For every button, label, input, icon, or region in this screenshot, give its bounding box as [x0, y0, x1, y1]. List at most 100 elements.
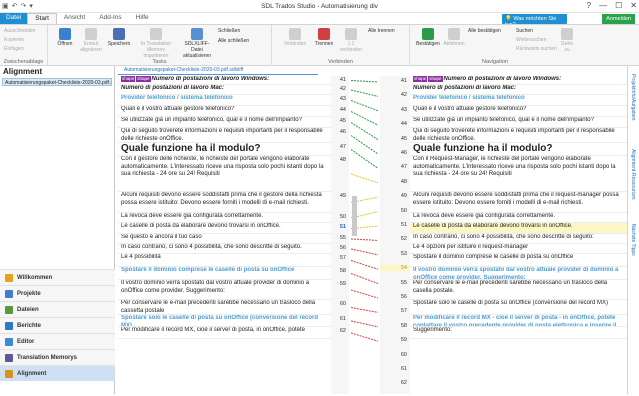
find-previous-button[interactable]: Rückwärts suchen [516, 46, 557, 52]
alignment-link[interactable] [350, 289, 379, 299]
connect-button[interactable]: Verbinden [282, 28, 308, 47]
alignment-link[interactable] [350, 332, 379, 342]
source-segment[interactable]: Alcuni requisiti devono essere soddisfat… [118, 192, 331, 213]
reject-button[interactable]: Ablehnen [442, 28, 466, 47]
source-segment[interactable]: Se utilizzate già un impianto telefonico… [118, 117, 331, 128]
target-segment[interactable]: Le 4 opzioni per istituire il request-ma… [410, 244, 627, 254]
tab-0[interactable]: Datei [0, 13, 28, 24]
source-segment[interactable]: Spostare solo le caselle di posta su onO… [118, 315, 331, 327]
target-segment[interactable]: Per conservare le e-mail precedenti sare… [410, 280, 627, 300]
target-segment[interactable]: La revoca deve essere già configurata co… [410, 213, 627, 223]
target-segment[interactable]: Suggerimento: [410, 327, 627, 339]
nav-label: Dateien [17, 306, 39, 313]
sidebar-tab-1[interactable]: Alignment-Ressourcen [630, 149, 636, 200]
disconnect-all-button[interactable]: Alle trennen [368, 28, 395, 34]
source-segment[interactable]: Per modificare il record MX, cioè il ser… [118, 327, 331, 339]
alignment-link[interactable] [350, 135, 379, 155]
alignment-link[interactable] [350, 149, 379, 169]
alignment-file-item[interactable]: Automatisierungspaket-Checkliste-2020-03… [2, 78, 112, 86]
import-tm-button[interactable]: In Translation Memory importieren [134, 28, 178, 59]
alignment-link[interactable] [350, 173, 379, 184]
target-segment[interactable]: Numero di postazioni di lavoro Mac: [410, 85, 627, 95]
target-segment[interactable]: Le caselle di posta da elaborare devono … [410, 223, 627, 234]
source-segment[interactable]: Con il gestore delle richieste, le richi… [118, 156, 331, 192]
target-segment[interactable]: Per modificare il record MX - cioè il se… [410, 315, 627, 327]
alignment-link[interactable] [350, 248, 379, 256]
source-segment[interactable]: Le 4 possibilità [118, 254, 331, 267]
paste-button[interactable]: Einfügen [4, 46, 24, 52]
source-segment[interactable]: Qui di seguito troverete informazioni e … [118, 128, 331, 143]
alignment-link[interactable] [350, 273, 379, 285]
vertical-scrollbar[interactable] [352, 196, 357, 236]
alignment-link[interactable] [350, 260, 379, 270]
connect-1-1-button[interactable]: 1:1 verbinden [338, 28, 364, 53]
realign-button[interactable]: Erneut alignieren [78, 28, 104, 53]
maximize-button[interactable]: ☐ [615, 1, 622, 10]
tab-4[interactable]: Hilfe [129, 13, 156, 24]
tab-1[interactable]: Start [27, 13, 57, 24]
alignment-link[interactable] [350, 89, 379, 97]
target-segment[interactable]: Provider telefonico / sistema telefonico [410, 95, 627, 106]
copy-button[interactable]: Kopieren [4, 37, 24, 43]
target-segment[interactable]: Quale funzione ha il modulo? [410, 143, 627, 156]
target-segment[interactable]: Quali è il vostro attuale gestore telefo… [410, 106, 627, 117]
source-segment[interactable]: Se questo è ancora il tuo caso [118, 234, 331, 244]
sidebar-tab-0[interactable]: Projektinfo/Aufgaben [630, 74, 636, 120]
target-segment[interactable]: In caso contrario, ci sono 4 possibilità… [410, 234, 627, 244]
sidebar-tab-2[interactable]: Nächste Tipps [630, 224, 636, 256]
nav-item-3[interactable]: Berichte [0, 317, 115, 333]
cut-button[interactable]: Ausschneiden [4, 28, 35, 34]
source-segment[interactable]: Per conservare le e-mail precedenti sare… [118, 300, 331, 315]
target-segment[interactable]: Alcuni requisiti devono essere soddisfat… [410, 192, 627, 213]
alignment-link[interactable] [350, 100, 379, 112]
close-all-button[interactable]: Alle schließen [218, 38, 249, 44]
alignment-link[interactable] [350, 307, 379, 313]
alignment-link[interactable] [350, 122, 379, 141]
save-button[interactable]: Speichern [106, 28, 132, 47]
confirm-all-button[interactable]: Alle bestätigen [468, 28, 501, 34]
search-button[interactable]: Suchen [516, 28, 533, 34]
close-button[interactable]: ✕ [630, 1, 637, 10]
help-button[interactable]: ? [587, 1, 591, 10]
go-to-button[interactable]: Gehe zu [558, 28, 576, 53]
target-segment[interactable]: Spostare il dominio comprese le caselle … [410, 254, 627, 267]
nav-item-2[interactable]: Dateien [0, 301, 115, 317]
source-segment[interactable]: In caso contrario, ci sono 4 possibilità… [118, 244, 331, 254]
alignment-link[interactable] [350, 111, 379, 126]
nav-item-4[interactable]: Editor [0, 333, 115, 349]
source-segment[interactable]: Il vostro dominio verrà spostato dal vos… [118, 280, 331, 300]
disconnect-button[interactable]: Trennen [312, 28, 336, 47]
nav-item-1[interactable]: Projekte [0, 285, 115, 301]
target-segment[interactable]: shape shape Numero di postazioni di lavoro… [410, 76, 627, 85]
document-tab[interactable]: Automatisierungspaket-Checkliste-2020-03… [118, 66, 318, 75]
target-segment[interactable]: Se utilizzate già un impianto telefonico… [410, 117, 627, 128]
alignment-link[interactable] [350, 320, 379, 328]
nav-item-0[interactable]: Willkommen [0, 269, 115, 285]
source-segment[interactable]: Le caselle di posta da elaborare devono … [118, 223, 331, 234]
tell-me-box[interactable]: 💡 Was möchten Sie tun? [502, 14, 567, 28]
source-segment[interactable]: Provider telefonico / sistema telefonico [118, 95, 331, 106]
source-segment[interactable]: Quale funzione ha il modulo? [118, 143, 331, 156]
source-segment[interactable]: Quali è il vostro attuale gestore telefo… [118, 106, 331, 117]
tab-3[interactable]: Add-Ins [92, 13, 128, 24]
nav-item-5[interactable]: Translation Memorys [0, 349, 115, 365]
target-segment[interactable]: Qui di seguito troverete informazioni e … [410, 128, 627, 143]
open-button[interactable]: Öffnen [54, 28, 76, 47]
alignment-link[interactable] [350, 238, 379, 241]
find-next-button[interactable]: Weitersuchen [516, 37, 546, 43]
source-segment[interactable]: Spostare il dominio comprese le caselle … [118, 267, 331, 280]
sign-in-button[interactable]: Anmelden [602, 14, 635, 24]
source-segment[interactable]: La revoca deve essere già configurata co… [118, 213, 331, 223]
close-doc-button[interactable]: Schließen [218, 28, 240, 34]
minimize-button[interactable]: — [599, 1, 607, 10]
target-segment[interactable]: Con il Request-Manager, le richieste del… [410, 156, 627, 192]
alignment-link[interactable] [350, 80, 379, 83]
tab-2[interactable]: Ansicht [57, 13, 92, 24]
confirm-button[interactable]: Bestätigen [414, 28, 442, 47]
source-segment[interactable]: shape shape Numero di postazioni di lavoro… [118, 76, 331, 85]
source-segment[interactable]: Numero di postazioni di lavoro Mac: [118, 85, 331, 95]
target-segment[interactable]: Spostare solo le caselle di posta su onO… [410, 300, 627, 315]
nav-item-6[interactable]: Alignment [0, 365, 115, 381]
target-segment[interactable]: Il vostro dominio verrà spostato dal vos… [410, 267, 627, 280]
update-sdlxliff-button[interactable]: SDLXLIFF-Datei aktualisieren [180, 28, 214, 59]
